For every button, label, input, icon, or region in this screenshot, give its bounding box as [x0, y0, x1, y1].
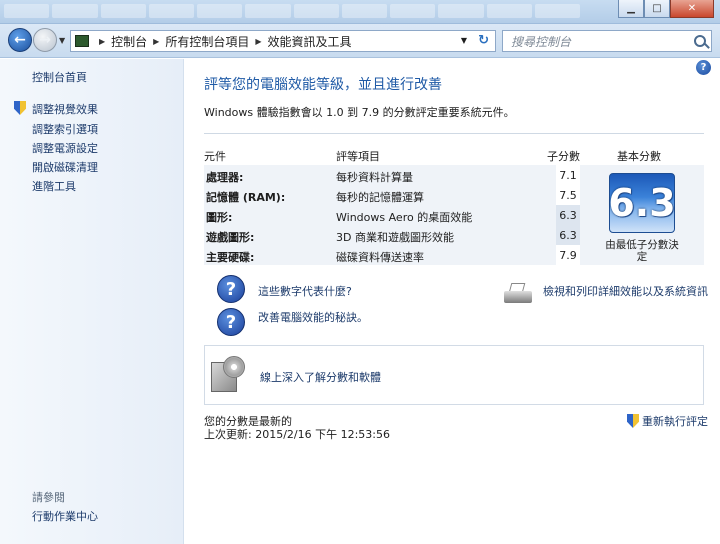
subscore-value: 6.3 [556, 205, 580, 225]
rated-item: 磁碟資料傳送速率 [336, 251, 424, 264]
base-score-badge: 6.3 [608, 173, 676, 233]
table-row: 記憶體 (RAM): 每秒的記憶體運算 7.5 [204, 185, 580, 205]
breadcrumb-all-items[interactable]: 所有控制台項目 [165, 33, 249, 50]
breadcrumb-separator[interactable]: ▶ [255, 37, 261, 46]
search-placeholder: 搜尋控制台 [511, 34, 572, 49]
sidebar: 控制台首頁 調整視覺效果 調整索引選項 調整電源設定 開啟磁碟清理 進階工具 請… [0, 59, 184, 544]
question-icon: ? [217, 275, 245, 303]
component-label: 圖形: [206, 211, 233, 224]
subscore-value: 7.9 [556, 245, 580, 265]
refresh-icon[interactable]: ↻ [478, 33, 489, 48]
sidebar-item-action-center[interactable]: 行動作業中心 [32, 508, 98, 524]
breadcrumb-separator[interactable]: ▶ [153, 37, 159, 46]
sidebar-item-advanced-tools[interactable]: 進階工具 [32, 178, 76, 194]
printer-icon [502, 283, 534, 307]
online-software-box: 線上深入了解分數和軟體 [204, 345, 704, 405]
uac-shield-icon [627, 414, 639, 428]
header-subscore: 子分數 [547, 150, 580, 163]
question-icon: ? [217, 308, 245, 336]
base-score-caption: 由最低子分數決定 [605, 239, 679, 263]
header-component: 元件 [204, 150, 226, 163]
uac-shield-icon [14, 101, 26, 115]
page-title: 評等您的電腦效能等級，並且進行改善 [204, 77, 442, 93]
forward-arrow-icon: → [39, 32, 51, 48]
divider [204, 133, 704, 134]
component-label: 記憶體 (RAM): [206, 191, 286, 204]
rated-item: 每秒資料計算量 [336, 171, 413, 184]
component-label: 遊戲圖形: [206, 231, 255, 244]
title-bar-strip [4, 4, 580, 18]
page-description: Windows 體驗指數會以 1.0 到 7.9 的分數評定重要系統元件。 [204, 106, 515, 119]
breadcrumb-separator[interactable]: ▶ [99, 37, 105, 46]
breadcrumb-performance[interactable]: 效能資訊及工具 [268, 33, 352, 50]
forward-button[interactable]: → [33, 28, 57, 52]
sidebar-item-disk-cleanup[interactable]: 開啟磁碟清理 [32, 159, 98, 175]
control-panel-icon [75, 35, 89, 47]
address-bar[interactable]: ▶ 控制台 ▶ 所有控制台項目 ▶ 效能資訊及工具 ▼ ↻ [70, 30, 496, 52]
subscore-value: 7.5 [556, 185, 580, 205]
title-bar: ▁ □ ✕ [0, 0, 720, 24]
search-icon[interactable] [694, 35, 706, 47]
sidebar-item-visual-effects[interactable]: 調整視覺效果 [32, 101, 98, 117]
component-label: 主要硬碟: [206, 251, 255, 264]
search-input[interactable]: 搜尋控制台 [502, 30, 712, 52]
close-button[interactable]: ✕ [670, 0, 714, 18]
navigation-bar: ← → ▼ ▶ 控制台 ▶ 所有控制台項目 ▶ 效能資訊及工具 ▼ ↻ 搜尋控制… [0, 24, 720, 58]
back-button[interactable]: ← [8, 28, 32, 52]
see-also-heading: 請參閱 [32, 491, 65, 504]
component-label: 處理器: [206, 171, 244, 184]
header-rated-item: 評等項目 [336, 150, 380, 163]
help-icon[interactable]: ? [696, 60, 711, 75]
software-package-icon [211, 356, 245, 394]
header-basescore: 基本分數 [617, 150, 661, 163]
sidebar-home-link[interactable]: 控制台首頁 [32, 69, 87, 85]
minimize-button[interactable]: ▁ [618, 0, 644, 18]
window-controls: ▁ □ ✕ [618, 0, 714, 18]
table-row: 圖形: Windows Aero 的桌面效能 6.3 [204, 205, 580, 225]
rated-item: Windows Aero 的桌面效能 [336, 211, 473, 224]
rerun-assessment-link[interactable]: 重新執行評定 [627, 413, 708, 429]
address-history-chevron-icon[interactable]: ▼ [461, 36, 467, 45]
breadcrumb-control-panel[interactable]: 控制台 [111, 33, 147, 50]
rerun-assessment-label[interactable]: 重新執行評定 [642, 413, 708, 429]
recent-pages-dropdown[interactable]: ▼ [59, 36, 65, 45]
online-scores-link[interactable]: 線上深入了解分數和軟體 [260, 369, 381, 385]
table-body: 處理器: 每秒資料計算量 7.1 記憶體 (RAM): 每秒的記憶體運算 7.5… [204, 165, 704, 265]
table-row: 主要硬碟: 磁碟資料傳送速率 7.9 [204, 245, 580, 265]
base-score-panel: 6.3 由最低子分數決定 [602, 165, 704, 265]
maximize-button[interactable]: □ [644, 0, 670, 18]
rated-item: 每秒的記憶體運算 [336, 191, 424, 204]
table-row: 處理器: 每秒資料計算量 7.1 [204, 165, 580, 185]
last-update: 上次更新: 2015/2/16 下午 12:53:56 [204, 428, 391, 441]
sidebar-item-power[interactable]: 調整電源設定 [32, 140, 98, 156]
subscore-value: 7.1 [556, 165, 580, 185]
what-numbers-link[interactable]: 這些數字代表什麼? [258, 283, 352, 299]
table-row: 遊戲圖形: 3D 商業和遊戲圖形效能 6.3 [204, 225, 580, 245]
rated-item: 3D 商業和遊戲圖形效能 [336, 231, 454, 244]
print-details-link[interactable]: 檢視和列印詳細效能以及系統資訊 [543, 283, 708, 299]
tips-link[interactable]: 改善電腦效能的秘訣。 [258, 309, 368, 325]
subscore-value: 6.3 [556, 225, 580, 245]
back-arrow-icon: ← [14, 32, 26, 48]
sidebar-item-indexing[interactable]: 調整索引選項 [32, 121, 98, 137]
